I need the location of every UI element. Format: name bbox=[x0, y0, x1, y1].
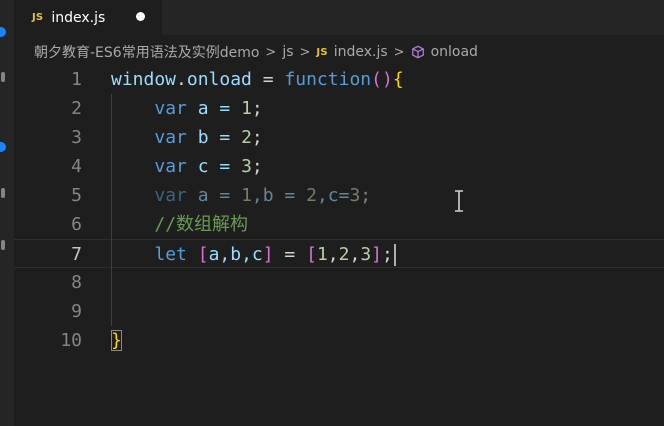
code-token: ,c= bbox=[316, 185, 350, 206]
activity-icon[interactable] bbox=[1, 240, 5, 250]
line-number: 10 bbox=[60, 330, 82, 351]
code-token: var bbox=[154, 98, 187, 119]
code-token: b = bbox=[186, 127, 242, 148]
line-number: 7 bbox=[71, 244, 82, 265]
line-number: 5 bbox=[71, 185, 82, 206]
code-token: 1 bbox=[241, 98, 252, 119]
line-number: 9 bbox=[71, 301, 82, 322]
code-token: ; bbox=[382, 244, 393, 265]
badge-dot-icon[interactable] bbox=[0, 27, 6, 37]
code-token: var bbox=[154, 185, 187, 206]
breadcrumb: 朝夕教育-ES6常用语法及实例demo > js > JS index.js >… bbox=[34, 38, 664, 66]
tab-title: index.js bbox=[51, 9, 106, 26]
line-number: 6 bbox=[71, 214, 82, 235]
code-token: 1 bbox=[316, 244, 328, 265]
code-token: () bbox=[371, 69, 393, 90]
breadcrumb-separator: > bbox=[393, 44, 405, 60]
code-token: window bbox=[111, 69, 177, 90]
breadcrumb-symbol[interactable]: onload bbox=[431, 44, 478, 60]
tab-index-js[interactable]: JS index.js bbox=[14, 0, 162, 35]
activity-bar bbox=[0, 0, 14, 426]
code-token: 3 bbox=[360, 244, 372, 265]
code-text: } bbox=[111, 326, 122, 355]
code-token: { bbox=[392, 69, 404, 90]
code-token: 2 bbox=[306, 185, 317, 206]
code-token: ; bbox=[251, 127, 263, 148]
activity-icon[interactable] bbox=[1, 188, 5, 198]
code-token: 2 bbox=[241, 127, 252, 148]
code-token: , bbox=[327, 244, 339, 265]
code-token: ] bbox=[371, 244, 383, 265]
badge-dot-icon[interactable] bbox=[0, 142, 6, 152]
code-token: c = bbox=[186, 156, 242, 177]
breadcrumb-folder[interactable]: js bbox=[282, 44, 293, 60]
js-file-icon: JS bbox=[32, 12, 44, 23]
code-text: var a = 1; bbox=[111, 94, 263, 123]
code-token: //数组解构 bbox=[154, 214, 249, 235]
code-text: //数组解构 bbox=[111, 210, 248, 239]
code-token: , bbox=[349, 244, 361, 265]
code-token: ,b = bbox=[251, 185, 307, 206]
code-token: var bbox=[154, 156, 187, 177]
code-token: } bbox=[111, 330, 122, 351]
code-token: onload bbox=[186, 69, 252, 90]
breadcrumb-separator: > bbox=[299, 44, 311, 60]
symbol-cube-icon bbox=[411, 45, 424, 59]
code-token: = bbox=[273, 244, 307, 265]
code-text: var a = 1,b = 2,c=3; bbox=[111, 181, 371, 210]
line-number: 4 bbox=[71, 156, 82, 177]
code-text: window.onload = function(){ bbox=[111, 65, 404, 94]
code-token: . bbox=[176, 69, 187, 90]
code-token: let bbox=[154, 244, 187, 265]
code-token: ; bbox=[251, 156, 263, 177]
text-cursor-icon bbox=[455, 190, 463, 212]
modified-dot-icon[interactable] bbox=[136, 12, 145, 21]
line-number: 2 bbox=[71, 98, 82, 119]
code-token: var bbox=[154, 127, 187, 148]
tab-bar: JS index.js bbox=[14, 0, 664, 35]
code-text: let [a,b,c] = [1,2,3]; bbox=[111, 240, 396, 269]
breadcrumb-separator: > bbox=[265, 44, 277, 60]
code-token: ; bbox=[360, 185, 372, 206]
text-caret bbox=[393, 244, 396, 266]
js-file-icon: JS bbox=[316, 46, 328, 58]
code-editor[interactable]: 1 window.onload = function(){2 var a = 1;… bbox=[14, 66, 664, 426]
code-line[interactable]: 10} bbox=[14, 326, 664, 355]
code-token: a,b,c bbox=[208, 244, 263, 265]
breadcrumb-file[interactable]: index.js bbox=[334, 44, 388, 60]
code-token: a = bbox=[186, 185, 242, 206]
code-text: var c = 3; bbox=[111, 152, 263, 181]
code-token: [ bbox=[306, 244, 317, 265]
code-token: ; bbox=[251, 98, 263, 119]
code-token: 3 bbox=[241, 156, 252, 177]
activity-icon[interactable] bbox=[1, 72, 5, 82]
line-number: 8 bbox=[71, 272, 82, 293]
code-token: 2 bbox=[338, 244, 350, 265]
line-number: 1 bbox=[71, 69, 82, 90]
code-token: [ bbox=[197, 244, 209, 265]
code-token: a = bbox=[186, 98, 242, 119]
code-token: 1 bbox=[241, 185, 252, 206]
line-number: 3 bbox=[71, 127, 82, 148]
code-token: function bbox=[284, 69, 372, 90]
breadcrumb-project[interactable]: 朝夕教育-ES6常用语法及实例demo bbox=[34, 42, 259, 62]
code-text: var b = 2; bbox=[111, 123, 263, 152]
code-token: 3 bbox=[349, 185, 361, 206]
indent-guide bbox=[111, 94, 112, 326]
code-token: ] bbox=[262, 244, 274, 265]
code-line[interactable]: 1 window.onload = function(){ bbox=[14, 65, 664, 94]
code-token: = bbox=[251, 69, 285, 90]
